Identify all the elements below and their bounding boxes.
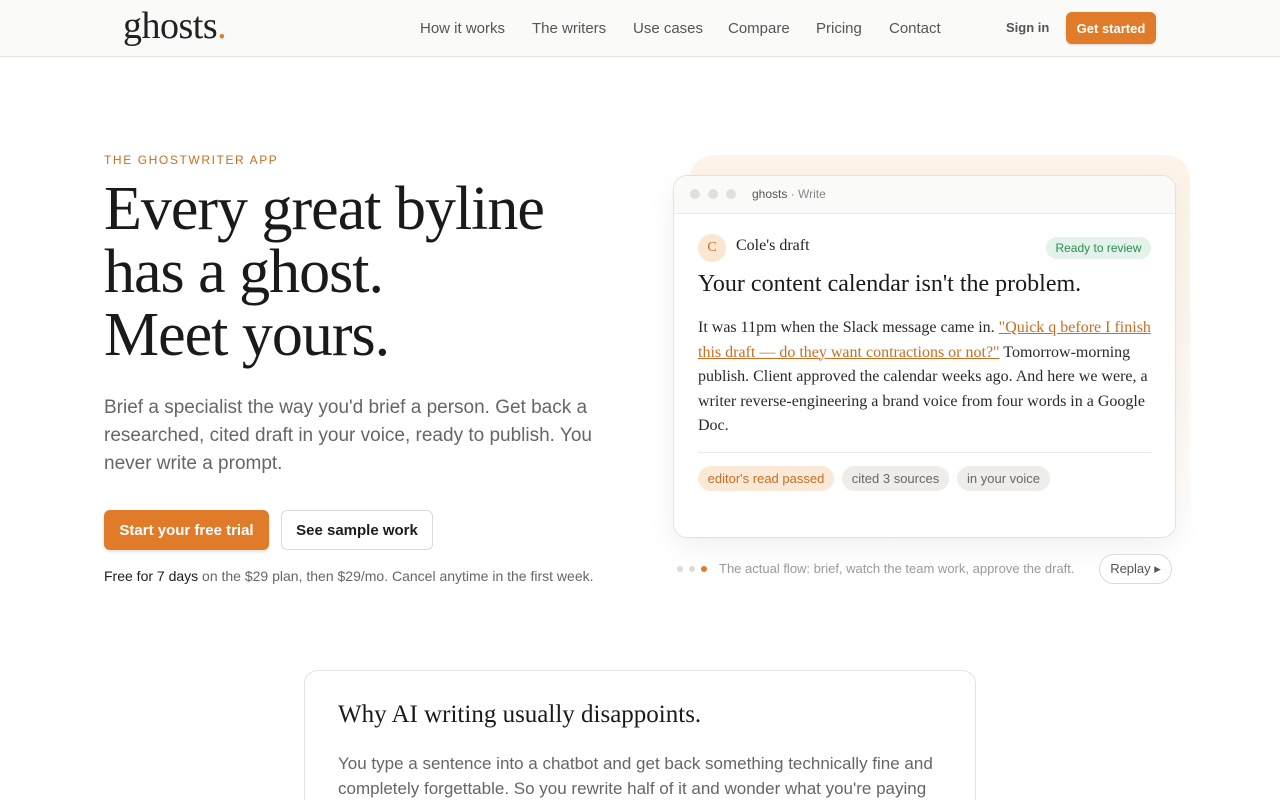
- draft-body-intro: It was 11pm when the Slack message came …: [698, 319, 999, 336]
- window-dot-icon: [726, 189, 736, 199]
- avatar: C: [698, 234, 726, 262]
- flow-step-indicator: [677, 566, 717, 574]
- window-bar: ghosts · Write: [674, 176, 1175, 214]
- hero-eyebrow: THE GHOSTWRITER APP: [104, 153, 279, 167]
- draft-owner: Cole's draft: [736, 237, 810, 254]
- window-title: ghosts · Write: [752, 187, 826, 201]
- flow-caption: The actual flow: brief, watch the team w…: [719, 561, 1075, 576]
- trial-note-rest: on the $29 plan, then $29/mo. Cancel any…: [198, 568, 594, 584]
- headline-line-1: Every great byline: [104, 175, 545, 243]
- chip-editor-read: editor's read passed: [698, 466, 834, 491]
- sign-in-link[interactable]: Sign in: [1006, 20, 1049, 35]
- window-dot-icon: [690, 189, 700, 199]
- get-started-button[interactable]: Get started: [1066, 12, 1156, 44]
- chip-cited-sources: cited 3 sources: [842, 466, 949, 491]
- window-title-section: · Write: [787, 187, 826, 201]
- nav-compare[interactable]: Compare: [728, 20, 790, 37]
- divider: [698, 452, 1151, 453]
- start-free-trial-button[interactable]: Start your free trial: [104, 510, 269, 550]
- step-dot-active-icon[interactable]: [701, 566, 707, 572]
- step-dot-icon[interactable]: [677, 566, 683, 572]
- headline-line-2: has a ghost.: [104, 238, 384, 306]
- step-dot-icon[interactable]: [689, 566, 695, 572]
- why-title: Why AI writing usually disappoints.: [338, 701, 702, 728]
- why-text: You type a sentence into a chatbot and g…: [338, 754, 933, 798]
- nav-contact[interactable]: Contact: [889, 20, 941, 37]
- hero-headline: Every great byline has a ghost. Meet you…: [104, 175, 545, 369]
- status-badge: Ready to review: [1046, 237, 1151, 259]
- chip-in-your-voice: in your voice: [957, 466, 1050, 491]
- nav-the-writers[interactable]: The writers: [532, 20, 606, 37]
- see-sample-work-button[interactable]: See sample work: [281, 510, 433, 550]
- nav-pricing[interactable]: Pricing: [816, 20, 862, 37]
- trial-note: Free for 7 days on the $29 plan, then $2…: [104, 566, 604, 586]
- draft-preview-card: ghosts · Write C Cole's draft Ready to r…: [673, 175, 1176, 538]
- nav-use-cases[interactable]: Use cases: [633, 20, 703, 37]
- replay-button[interactable]: Replay ▸: [1099, 554, 1172, 584]
- nav-how-it-works[interactable]: How it works: [420, 20, 505, 37]
- hero-subtext: Brief a specialist the way you'd brief a…: [104, 397, 592, 474]
- site-header: ghosts. How it works The writers Use cas…: [0, 0, 1280, 57]
- window-title-app: ghosts: [752, 187, 788, 201]
- why-section-card: Why AI writing usually disappoints. You …: [304, 670, 976, 800]
- trial-note-bold: Free for 7 days: [104, 568, 199, 584]
- draft-body: It was 11pm when the Slack message came …: [698, 316, 1153, 439]
- draft-title: Your content calendar isn't the problem.: [698, 271, 1082, 297]
- window-dot-icon: [708, 189, 718, 199]
- headline-line-3: Meet yours.: [104, 301, 390, 369]
